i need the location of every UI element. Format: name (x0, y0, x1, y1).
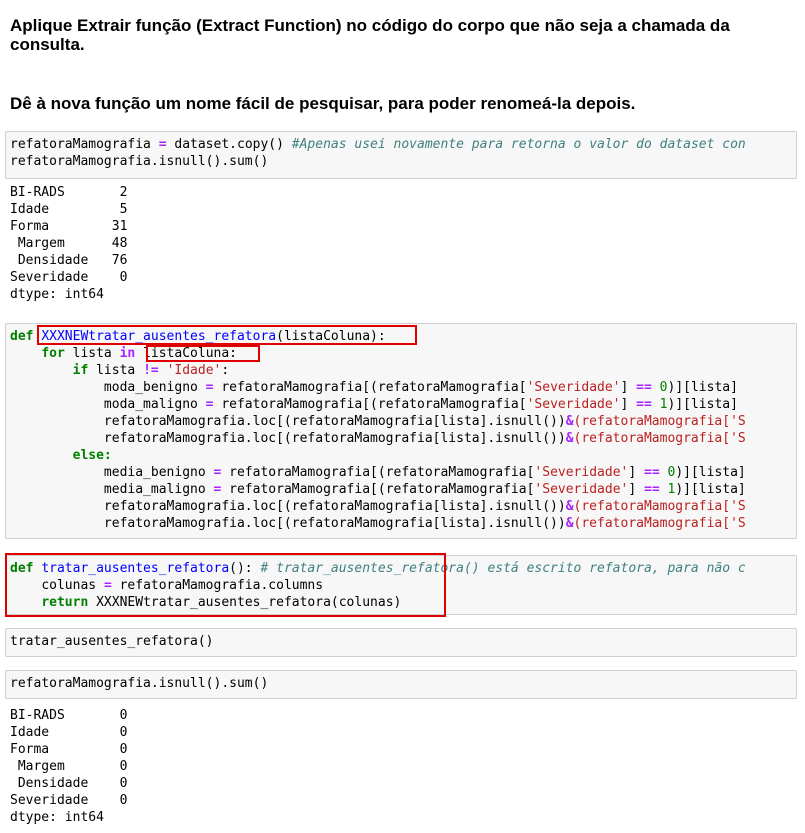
code-cell-extracted-function[interactable]: def XXXNEWtratar_ausentes_refatora(lista… (5, 323, 797, 539)
and-op: & (565, 414, 574, 429)
code-cell-call[interactable]: tratar_ausentes_refatora() (5, 628, 797, 657)
and-op: & (565, 499, 574, 514)
if-var: lista (88, 363, 144, 378)
string-literal: 'Severidade' (526, 397, 621, 412)
output-null-counts-after: BI-RADS 0 Idade 0 Forma 0 Margem 0 Densi… (10, 707, 127, 826)
code-fragment: ][lista] (683, 482, 746, 497)
code-line: refatoraMamografia.isnull().sum() (10, 676, 269, 691)
instruction-heading-rename: Dê à nova função um nome fácil de pesqui… (10, 94, 636, 113)
output-row: Severidade 0 (10, 793, 128, 808)
code-call: dataset.copy() (174, 137, 292, 152)
code-fragment: refatoraMamografia.columns (119, 578, 324, 593)
output-row: BI-RADS 0 (10, 708, 128, 723)
var-name: media_maligno (103, 482, 206, 497)
if-keyword: if (72, 363, 89, 378)
df-name: refatoraMamografia (221, 380, 363, 395)
in-keyword: in (119, 346, 136, 361)
string-literal: 'Severidade' (534, 482, 629, 497)
function-name: tratar_ausentes_refatora (41, 561, 230, 576)
df-name: refatoraMamografia (377, 380, 519, 395)
code-fragment: ][lista] (675, 380, 738, 395)
for-var: lista (64, 346, 120, 361)
code-fragment: refatoraMamografia.loc[(refatoraMamograf… (103, 414, 566, 429)
code-cell-isnull-sum[interactable]: refatoraMamografia.isnull().sum() (5, 670, 797, 699)
var-name: moda_benigno (103, 380, 198, 395)
code-fragment: (refatoraMamografia['S (573, 414, 746, 429)
df-name: refatoraMamografia (385, 482, 527, 497)
code-var: refatoraMamografia (10, 137, 151, 152)
code-line: tratar_ausentes_refatora() (10, 634, 214, 649)
function-params: (listaColuna): (276, 329, 386, 344)
signature-tail: (): (229, 561, 261, 576)
df-name: refatoraMamografia (229, 465, 371, 480)
function-name: XXXNEWtratar_ausentes_refatora (41, 329, 277, 344)
var-name: moda_maligno (103, 397, 198, 412)
number-literal: 0 (659, 380, 668, 395)
output-row: Severidade 0 (10, 270, 128, 285)
output-row: Idade 0 (10, 725, 128, 740)
df-name: refatoraMamografia (377, 397, 519, 412)
else-keyword: else: (72, 448, 112, 463)
code-fragment: ][lista] (675, 397, 738, 412)
string-literal: 'Severidade' (526, 380, 621, 395)
and-op: & (565, 431, 574, 446)
and-op: & (565, 516, 574, 531)
df-name: refatoraMamografia (385, 465, 527, 480)
output-row: Densidade 76 (10, 253, 128, 268)
code-fragment: refatoraMamografia.loc[(refatoraMamograf… (103, 431, 566, 446)
output-row: Margem 48 (10, 236, 128, 251)
number-literal: 1 (667, 482, 676, 497)
output-row: Densidade 0 (10, 776, 128, 791)
code-fragment: ][lista] (683, 465, 746, 480)
return-expr: XXXNEWtratar_ausentes_refatora(colunas) (88, 595, 402, 610)
number-literal: 1 (659, 397, 668, 412)
not-equal-op: != (143, 363, 159, 378)
output-row: Margem 0 (10, 759, 128, 774)
def-keyword: def (10, 561, 34, 576)
code-fragment: (refatoraMamografia['S (573, 516, 746, 531)
for-iterable: listaColuna: (135, 346, 237, 361)
df-name: refatoraMamografia (229, 482, 371, 497)
code-cell-wrapper-function[interactable]: def tratar_ausentes_refatora(): # tratar… (5, 555, 797, 615)
code-fragment: refatoraMamografia.loc[(refatoraMamograf… (103, 499, 566, 514)
return-keyword: return (41, 595, 89, 610)
output-dtype: dtype: int64 (10, 287, 104, 302)
df-name: refatoraMamografia (221, 397, 363, 412)
def-keyword: def (10, 329, 34, 344)
output-row: Forma 31 (10, 219, 128, 234)
for-keyword: for (41, 346, 65, 361)
output-row: BI-RADS 2 (10, 185, 128, 200)
code-line: refatoraMamografia.isnull().sum() (10, 154, 269, 169)
code-comment: # tratar_ausentes_refatora() está escrit… (260, 561, 746, 576)
instruction-heading-extract: Aplique Extrair função (Extract Function… (10, 16, 730, 54)
code-assign: = (150, 137, 175, 152)
var-name: media_benigno (103, 465, 206, 480)
string-literal: 'Idade' (166, 363, 222, 378)
code-fragment: (refatoraMamografia['S (573, 431, 746, 446)
code-cell-copy-dataset[interactable]: refatoraMamografia = dataset.copy() #Ape… (5, 131, 797, 179)
number-literal: 0 (667, 465, 676, 480)
output-row: Idade 5 (10, 202, 128, 217)
output-dtype: dtype: int64 (10, 810, 104, 825)
string-literal: 'Severidade' (534, 465, 629, 480)
code-fragment: refatoraMamografia.loc[(refatoraMamograf… (103, 516, 566, 531)
var-name: colunas (41, 578, 97, 593)
output-null-counts-before: BI-RADS 2 Idade 5 Forma 31 Margem 48 Den… (10, 184, 127, 303)
output-row: Forma 0 (10, 742, 128, 757)
code-comment: #Apenas usei novamente para retorna o va… (291, 137, 746, 152)
code-fragment: (refatoraMamografia['S (573, 499, 746, 514)
